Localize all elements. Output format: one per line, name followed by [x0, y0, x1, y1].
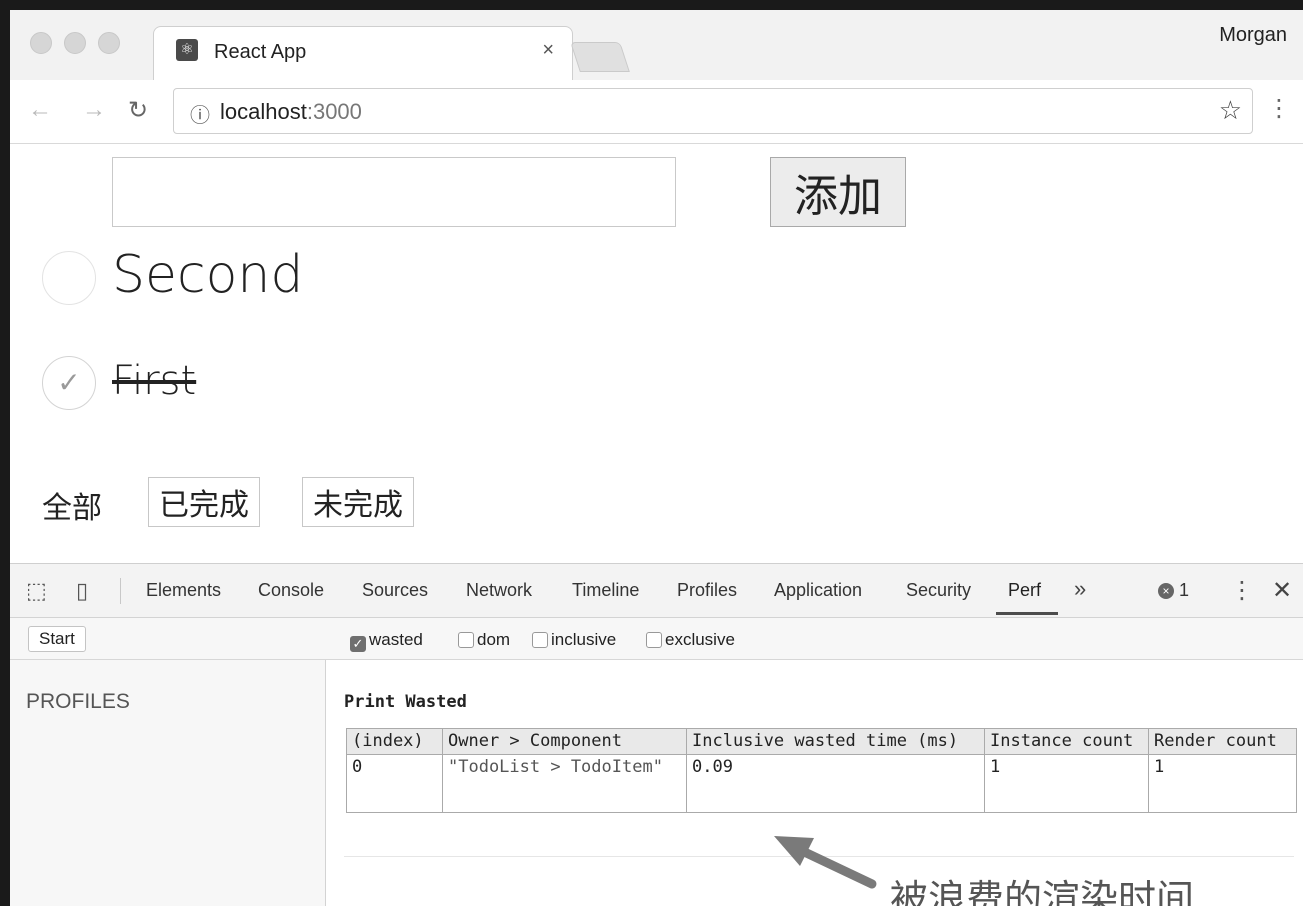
- table-header: (index): [346, 728, 443, 755]
- annotation-text: 被浪费的渲染时间: [890, 877, 1195, 906]
- table-cell: 0.09: [686, 754, 985, 813]
- devtools-menu-icon[interactable]: ⋮: [1230, 576, 1254, 605]
- info-icon[interactable]: ⓘ: [190, 99, 210, 128]
- todo-toggle[interactable]: [42, 251, 96, 305]
- reload-icon[interactable]: ↻: [128, 96, 148, 125]
- checkbox-unchecked-icon: [646, 632, 662, 648]
- active-tab-indicator: [996, 612, 1058, 615]
- add-button[interactable]: 添加: [770, 157, 906, 227]
- table-row: 0 "TodoList > TodoItem" 0.09 1 1: [346, 754, 1297, 813]
- table-cell: 1: [984, 754, 1149, 813]
- table-cell: 0: [346, 754, 443, 813]
- perf-sidebar: Start PROFILES: [10, 618, 326, 906]
- table-cell: "TodoList > TodoItem": [442, 754, 687, 813]
- tab-close-icon[interactable]: ×: [542, 39, 554, 62]
- table-cell: 1: [1148, 754, 1297, 813]
- forward-arrow-icon[interactable]: →: [82, 96, 106, 124]
- table-header: Inclusive wasted time (ms): [686, 728, 985, 755]
- tab-network[interactable]: Network: [466, 580, 532, 601]
- filter-completed-button[interactable]: 已完成: [148, 477, 260, 527]
- menu-icon[interactable]: ⋮: [1267, 94, 1291, 123]
- checkbox-inclusive[interactable]: inclusive: [532, 630, 616, 650]
- checkbox-checked-icon: ✓: [350, 636, 366, 652]
- todo-text: First: [112, 358, 197, 404]
- tab-perf[interactable]: Perf: [1008, 580, 1041, 601]
- tab-security[interactable]: Security: [906, 580, 971, 601]
- url-text: localhost:3000: [220, 99, 362, 125]
- checkbox-unchecked-icon: [532, 632, 548, 648]
- error-counter[interactable]: × 1: [1158, 580, 1189, 601]
- checkbox-label: exclusive: [665, 630, 735, 649]
- wasted-table: (index) Owner > Component Inclusive wast…: [346, 728, 1297, 813]
- screenshot-frame: ⚛ React App × Morgan ← → ↻ ⓘ localhost:3…: [0, 0, 1303, 906]
- toolbar-divider: [120, 578, 121, 604]
- error-icon: ×: [1158, 583, 1174, 600]
- react-favicon-icon: ⚛: [176, 39, 198, 61]
- inspect-element-icon[interactable]: ⬚: [26, 578, 47, 604]
- window-close-dot[interactable]: [30, 32, 52, 54]
- tab-application[interactable]: Application: [774, 580, 862, 601]
- address-bar[interactable]: ⓘ localhost:3000 ☆: [173, 88, 1253, 134]
- url-port: :3000: [306, 99, 362, 124]
- back-arrow-icon[interactable]: ←: [28, 96, 52, 124]
- star-icon[interactable]: ☆: [1219, 95, 1242, 126]
- table-header: Instance count: [984, 728, 1149, 755]
- tab-elements[interactable]: Elements: [146, 580, 221, 601]
- url-host: localhost: [220, 99, 307, 124]
- more-tabs-icon[interactable]: »: [1074, 576, 1086, 602]
- checkbox-exclusive[interactable]: exclusive: [646, 630, 735, 650]
- todo-input[interactable]: [112, 157, 676, 227]
- checkbox-unchecked-icon: [458, 632, 474, 648]
- page-content: 添加 Second ✓ First 全部 已完成 未完成: [10, 145, 1303, 563]
- error-count: 1: [1179, 580, 1190, 600]
- checkbox-label: wasted: [369, 630, 423, 649]
- checkbox-wasted[interactable]: ✓ wasted: [350, 630, 423, 652]
- todo-text: Second: [112, 245, 304, 305]
- tab-sources[interactable]: Sources: [362, 580, 428, 601]
- annotation-arrow-icon: [774, 836, 877, 889]
- browser-tab-bar: ⚛ React App × Morgan: [10, 10, 1303, 80]
- window-minimize-dot[interactable]: [64, 32, 86, 54]
- tab-timeline[interactable]: Timeline: [572, 580, 639, 601]
- filter-all[interactable]: 全部: [42, 483, 102, 527]
- devtools-panel: ⬚ ▯ Elements Console Sources Network Tim…: [10, 563, 1303, 906]
- start-button[interactable]: Start: [28, 626, 86, 652]
- tab-title: React App: [214, 41, 307, 63]
- browser-tab[interactable]: ⚛ React App ×: [153, 26, 573, 80]
- devtools-tab-bar: ⬚ ▯ Elements Console Sources Network Tim…: [10, 564, 1303, 618]
- table-header-row: (index) Owner > Component Inclusive wast…: [346, 728, 1297, 755]
- table-header: Owner > Component: [442, 728, 687, 755]
- filter-active-button[interactable]: 未完成: [302, 477, 414, 527]
- tab-profiles[interactable]: Profiles: [677, 580, 737, 601]
- print-title: Print Wasted: [344, 692, 467, 712]
- profile-name[interactable]: Morgan: [1219, 24, 1287, 47]
- checkbox-label: inclusive: [551, 630, 617, 649]
- device-toolbar-icon[interactable]: ▯: [76, 578, 88, 604]
- checkbox-dom[interactable]: dom: [458, 630, 510, 650]
- new-tab-button[interactable]: [570, 42, 630, 72]
- checkbox-label: dom: [477, 630, 511, 649]
- profiles-heading: PROFILES: [26, 690, 130, 713]
- checkmark-icon[interactable]: ✓: [42, 356, 96, 410]
- window-zoom-dot[interactable]: [98, 32, 120, 54]
- tab-console[interactable]: Console: [258, 580, 324, 601]
- browser-toolbar: ← → ↻ ⓘ localhost:3000 ☆ ⋮: [10, 80, 1303, 144]
- perf-options-bar: ✓ wasted dom inclusive exclusive: [326, 618, 1303, 660]
- devtools-close-icon[interactable]: ✕: [1272, 576, 1292, 605]
- table-header: Render count: [1148, 728, 1297, 755]
- perf-sidebar-toolbar: Start: [10, 618, 326, 660]
